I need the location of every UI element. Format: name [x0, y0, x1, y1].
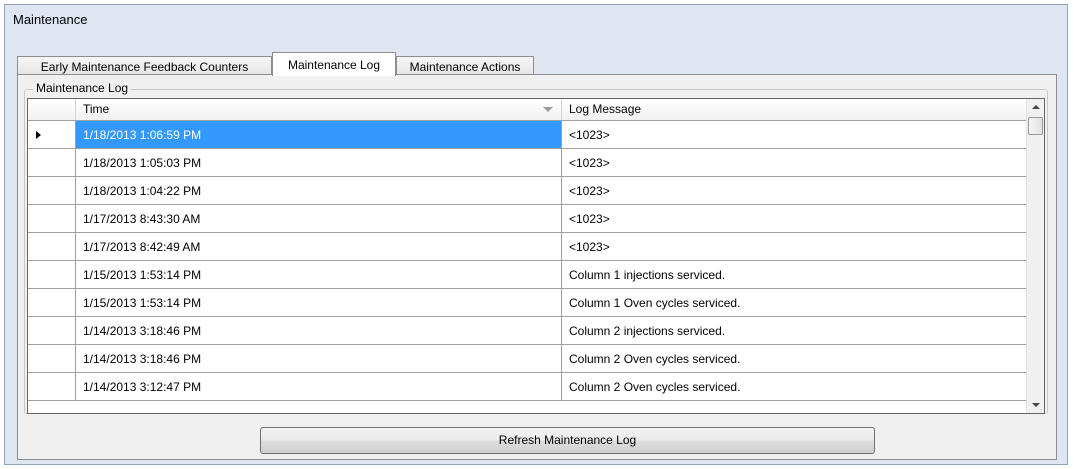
current-row-indicator-icon: [36, 131, 41, 139]
table-row[interactable]: 1/14/2013 3:18:46 PM Column 2 Oven cycles…: [28, 345, 1028, 373]
group-label: Maintenance Log: [33, 81, 132, 95]
table-row[interactable]: 1/18/2013 1:05:03 PM <1023>: [28, 149, 1028, 177]
vertical-scrollbar[interactable]: [1026, 99, 1044, 413]
scroll-thumb[interactable]: [1028, 117, 1043, 135]
log-message-cell[interactable]: <1023>: [562, 177, 1028, 205]
row-header[interactable]: [28, 233, 76, 261]
log-message-cell[interactable]: Column 2 Oven cycles serviced.: [562, 373, 1028, 401]
tab-maintenance-log[interactable]: Maintenance Log: [272, 52, 396, 76]
table-row[interactable]: 1/18/2013 1:06:59 PM <1023>: [28, 121, 1028, 149]
time-cell[interactable]: 1/14/2013 3:18:46 PM: [76, 345, 562, 373]
log-message-cell[interactable]: <1023>: [562, 205, 1028, 233]
column-header-log-message[interactable]: Log Message: [562, 99, 1028, 120]
time-cell[interactable]: 1/17/2013 8:43:30 AM: [76, 205, 562, 233]
row-header[interactable]: [28, 317, 76, 345]
tab-panel-maintenance-log: Maintenance Log Time Log Message 1/18/20…: [17, 74, 1057, 460]
scroll-up-button[interactable]: [1027, 99, 1044, 116]
time-cell[interactable]: 1/18/2013 1:06:59 PM: [76, 121, 562, 149]
table-row[interactable]: 1/15/2013 1:53:14 PM Column 1 Oven cycles…: [28, 289, 1028, 317]
log-message-cell[interactable]: Column 1 Oven cycles serviced.: [562, 289, 1028, 317]
table-row[interactable]: 1/18/2013 1:04:22 PM <1023>: [28, 177, 1028, 205]
window-title: Maintenance: [13, 12, 88, 27]
log-message-cell[interactable]: <1023>: [562, 121, 1028, 149]
column-header-time[interactable]: Time: [76, 99, 562, 120]
row-header[interactable]: [28, 177, 76, 205]
table-row[interactable]: 1/14/2013 3:12:47 PM Column 2 Oven cycles…: [28, 373, 1028, 401]
log-message-cell[interactable]: <1023>: [562, 149, 1028, 177]
row-header[interactable]: [28, 261, 76, 289]
tab-strip: Early Maintenance Feedback Counters Main…: [17, 50, 1057, 76]
row-header[interactable]: [28, 373, 76, 401]
time-cell[interactable]: 1/14/2013 3:18:46 PM: [76, 317, 562, 345]
tab-early-maintenance-feedback-counters[interactable]: Early Maintenance Feedback Counters: [17, 56, 272, 76]
log-message-cell[interactable]: Column 2 injections serviced.: [562, 317, 1028, 345]
table-row[interactable]: 1/17/2013 8:42:49 AM <1023>: [28, 233, 1028, 261]
maintenance-window: Maintenance Early Maintenance Feedback C…: [4, 4, 1068, 465]
scroll-up-icon: [1032, 105, 1040, 109]
grid-header: Time Log Message: [28, 99, 1028, 121]
row-header[interactable]: [28, 345, 76, 373]
tab-maintenance-actions[interactable]: Maintenance Actions: [396, 56, 534, 76]
time-cell[interactable]: 1/17/2013 8:42:49 AM: [76, 233, 562, 261]
row-header[interactable]: [28, 289, 76, 317]
row-header-corner: [28, 99, 76, 120]
row-header[interactable]: [28, 121, 76, 149]
log-message-cell[interactable]: <1023>: [562, 233, 1028, 261]
time-cell[interactable]: 1/15/2013 1:53:14 PM: [76, 289, 562, 317]
scroll-down-icon: [1032, 403, 1040, 407]
maintenance-log-group: Maintenance Log Time Log Message 1/18/20…: [24, 81, 1048, 414]
scroll-down-button[interactable]: [1027, 396, 1044, 413]
log-message-cell[interactable]: Column 1 injections serviced.: [562, 261, 1028, 289]
maintenance-log-grid[interactable]: Time Log Message 1/18/2013 1:06:59 PM <10…: [27, 98, 1045, 414]
column-header-log-message-label: Log Message: [569, 102, 642, 116]
log-message-cell[interactable]: Column 2 Oven cycles serviced.: [562, 345, 1028, 373]
table-row[interactable]: 1/15/2013 1:53:14 PM Column 1 injections …: [28, 261, 1028, 289]
time-cell[interactable]: 1/14/2013 3:12:47 PM: [76, 373, 562, 401]
sort-descending-icon: [543, 107, 553, 112]
row-header[interactable]: [28, 149, 76, 177]
table-row[interactable]: 1/17/2013 8:43:30 AM <1023>: [28, 205, 1028, 233]
time-cell[interactable]: 1/18/2013 1:05:03 PM: [76, 149, 562, 177]
row-header[interactable]: [28, 205, 76, 233]
table-row[interactable]: 1/14/2013 3:18:46 PM Column 2 injections …: [28, 317, 1028, 345]
time-cell[interactable]: 1/15/2013 1:53:14 PM: [76, 261, 562, 289]
refresh-maintenance-log-button[interactable]: Refresh Maintenance Log: [260, 427, 875, 454]
time-cell[interactable]: 1/18/2013 1:04:22 PM: [76, 177, 562, 205]
column-header-time-label: Time: [83, 102, 110, 116]
